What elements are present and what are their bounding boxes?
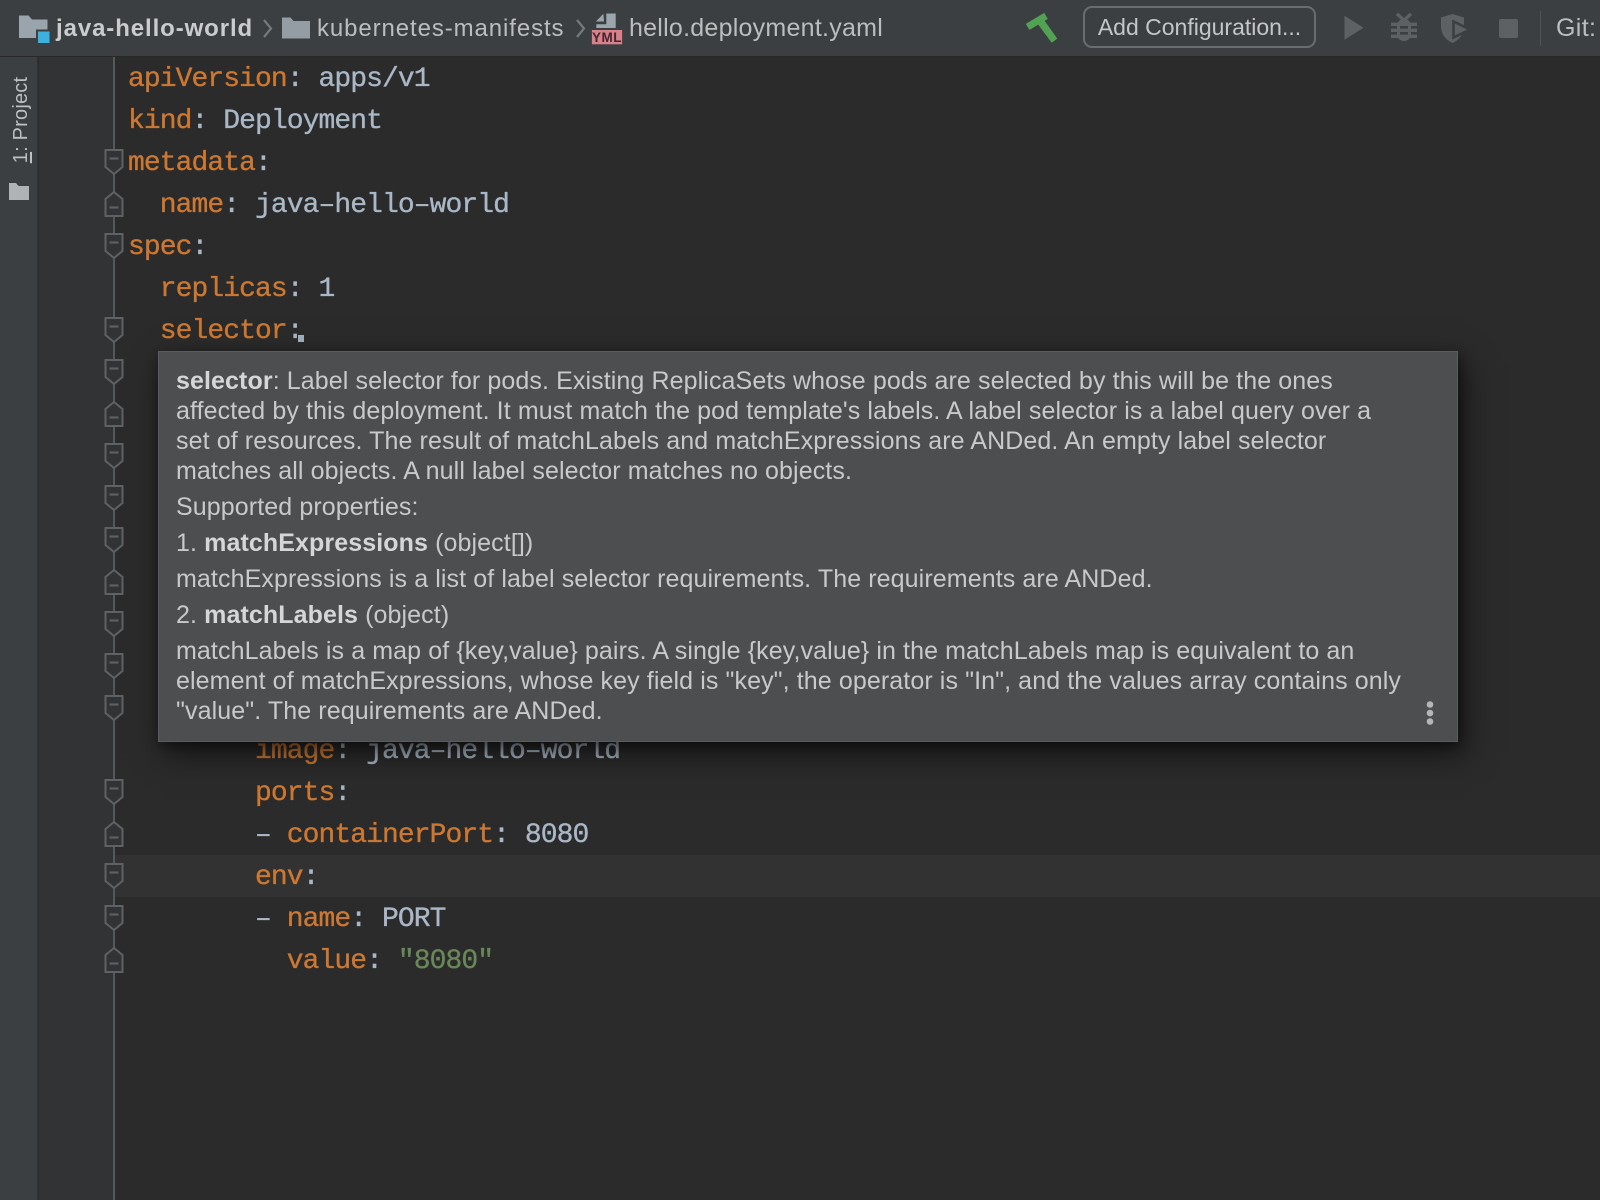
svg-text:YML: YML [592, 30, 622, 45]
